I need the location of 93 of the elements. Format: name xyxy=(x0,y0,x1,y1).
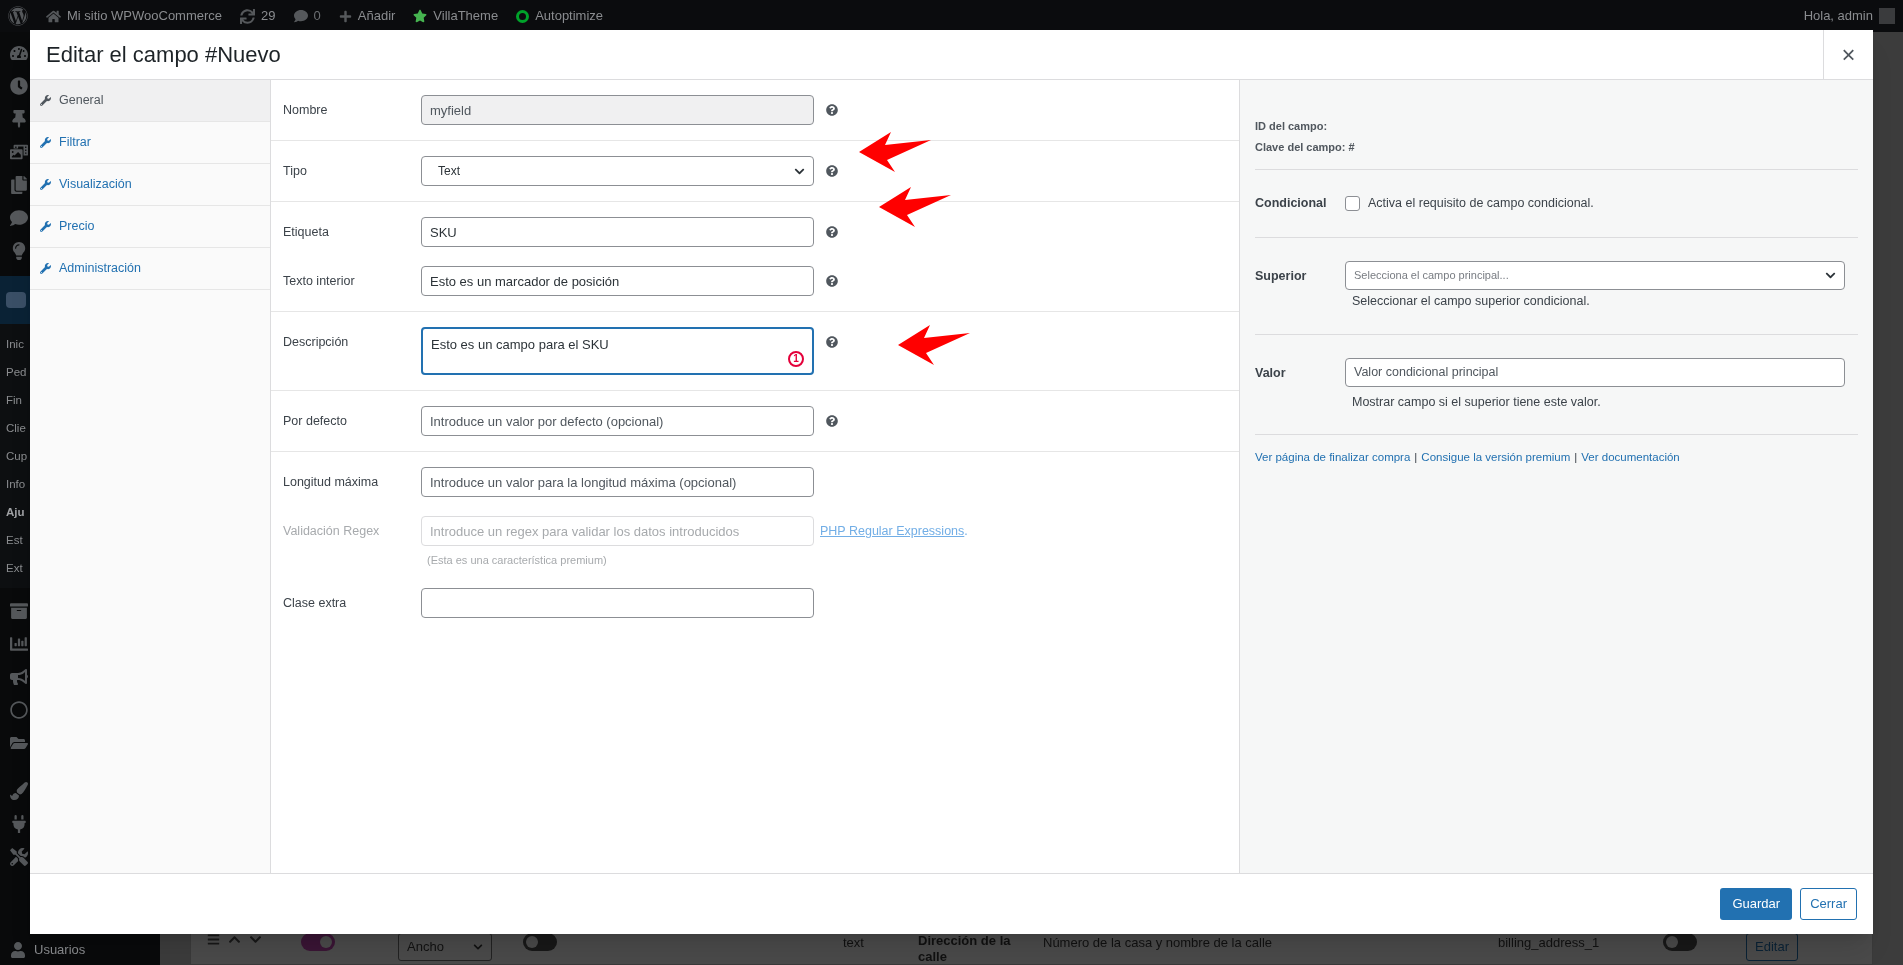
menu-icon[interactable] xyxy=(10,110,28,128)
menu-icon[interactable] xyxy=(10,242,28,260)
field-label: Por defecto xyxy=(282,413,348,430)
tab[interactable]: Administración xyxy=(30,248,270,290)
menu-item[interactable]: Usuarios xyxy=(34,940,86,960)
plus-icon[interactable] xyxy=(338,9,352,23)
save-button[interactable]: Guardar xyxy=(1720,888,1793,920)
checkbox[interactable] xyxy=(1345,195,1360,211)
field-label: Etiqueta xyxy=(282,224,330,241)
new-link[interactable]: Añadir xyxy=(357,6,396,26)
menu-icon[interactable] xyxy=(10,143,28,161)
field-meta: ID del campo: xyxy=(1255,119,1329,134)
grammar-badge[interactable]: 1 xyxy=(788,351,804,367)
value-field[interactable]: Valor condicional principal xyxy=(1345,357,1845,387)
menu-icon[interactable] xyxy=(10,734,28,752)
type-select[interactable]: Text xyxy=(421,156,814,186)
field-hint: Seleccionar el campo superior condicional. xyxy=(1351,292,1591,310)
arrow-icon xyxy=(879,187,951,227)
tab[interactable]: Precio xyxy=(30,206,270,248)
field-label: Texto interior xyxy=(282,273,356,290)
comment-icon[interactable] xyxy=(293,9,308,23)
field-label: Longitud máxima xyxy=(282,474,380,491)
close-button[interactable]: × xyxy=(1823,29,1873,80)
tab[interactable]: Filtrar xyxy=(30,122,270,164)
drag-handle-icon[interactable] xyxy=(207,933,220,946)
wrench-icon xyxy=(40,179,51,190)
greeting[interactable]: Hola, admin xyxy=(1803,6,1873,26)
footer-link[interactable]: Ver documentación xyxy=(1581,449,1680,467)
help-icon[interactable] xyxy=(826,336,838,348)
text-field[interactable] xyxy=(421,587,814,618)
chevron-down-icon xyxy=(473,942,483,952)
menu-icon[interactable] xyxy=(10,668,28,686)
comments-count[interactable]: 0 xyxy=(313,6,321,26)
help-icon[interactable] xyxy=(826,275,838,287)
menu-icon[interactable] xyxy=(10,176,28,194)
tab[interactable]: Visualización xyxy=(30,164,270,206)
field-label: Clase extra xyxy=(282,594,348,612)
help-icon[interactable] xyxy=(826,226,838,238)
field-meta: Clave del campo: # xyxy=(1255,139,1356,155)
help-icon[interactable] xyxy=(826,165,838,177)
field-label: Superior xyxy=(1255,267,1308,285)
parent-select[interactable]: Selecciona el campo principal... xyxy=(1345,260,1845,290)
footer-link[interactable]: Ver página de finalizar compra xyxy=(1255,449,1411,467)
updates-icon[interactable] xyxy=(240,8,256,24)
chevron-up-icon[interactable] xyxy=(228,933,241,946)
field-label: Nombre xyxy=(282,102,329,119)
menu-icon[interactable] xyxy=(10,44,28,62)
text-field[interactable]: SKU xyxy=(421,217,814,247)
link-period: . xyxy=(964,523,968,540)
menu-icon[interactable] xyxy=(10,782,28,800)
premium-note: (Esta es una característica premium) xyxy=(427,553,608,568)
field-label: Validación Regex xyxy=(282,523,381,540)
status-ring-icon[interactable] xyxy=(516,9,530,23)
help-icon[interactable] xyxy=(826,415,838,427)
field-label: Valor xyxy=(1255,364,1287,382)
wrench-icon xyxy=(40,221,51,232)
description-textarea[interactable]: Esto es un campo para el SKU 1 xyxy=(421,327,814,375)
text-field[interactable]: Introduce un valor para la longitud máxima (opcional) xyxy=(421,467,814,497)
bubble-icon xyxy=(6,292,26,308)
modal-title: Editar el campo #Nuevo xyxy=(45,41,282,69)
star-icon[interactable] xyxy=(413,9,428,23)
menu-icon[interactable] xyxy=(10,701,28,719)
menu-icon[interactable] xyxy=(10,848,28,866)
house-icon[interactable] xyxy=(46,8,61,24)
wrench-icon xyxy=(40,95,51,106)
wrench-icon xyxy=(40,263,51,274)
close-dialog-button[interactable]: Cerrar xyxy=(1800,888,1857,920)
menu-icon[interactable] xyxy=(10,815,28,833)
menu-icon[interactable] xyxy=(10,77,28,95)
wrench-icon xyxy=(40,137,51,148)
checkbox-label: Activa el requisito de campo condicional. xyxy=(1368,195,1594,212)
logo-icon[interactable] xyxy=(8,6,28,26)
link-separator: | xyxy=(1574,450,1578,466)
text-field[interactable]: Esto es un marcador de posición xyxy=(421,266,814,296)
user-icon[interactable] xyxy=(10,942,26,958)
site-name[interactable]: Mi sitio WPWooCommerce xyxy=(67,6,223,26)
menu-icon[interactable] xyxy=(10,635,28,653)
plugin-link[interactable]: VillaTheme xyxy=(433,6,499,26)
arrow-icon xyxy=(859,132,931,172)
chevron-down-icon[interactable] xyxy=(249,933,262,946)
field-hint: Mostrar campo si el superior tiene este valor. xyxy=(1351,393,1602,411)
arrow-icon xyxy=(898,325,970,365)
field-label: Descripción xyxy=(282,334,350,351)
menu-icon[interactable] xyxy=(10,209,28,227)
field-label: Condicional xyxy=(1255,195,1328,212)
menu-icon[interactable] xyxy=(10,602,28,620)
text-field[interactable]: Introduce un valor por defecto (opcional) xyxy=(421,406,814,436)
updates-count[interactable]: 29 xyxy=(261,6,276,26)
link-separator: | xyxy=(1414,450,1418,466)
tab[interactable]: General xyxy=(30,80,270,122)
field-label: Tipo xyxy=(282,163,308,180)
plugin-link[interactable]: Autoptimize xyxy=(535,6,604,26)
footer-link[interactable]: Consigue la versión premium xyxy=(1421,449,1571,467)
